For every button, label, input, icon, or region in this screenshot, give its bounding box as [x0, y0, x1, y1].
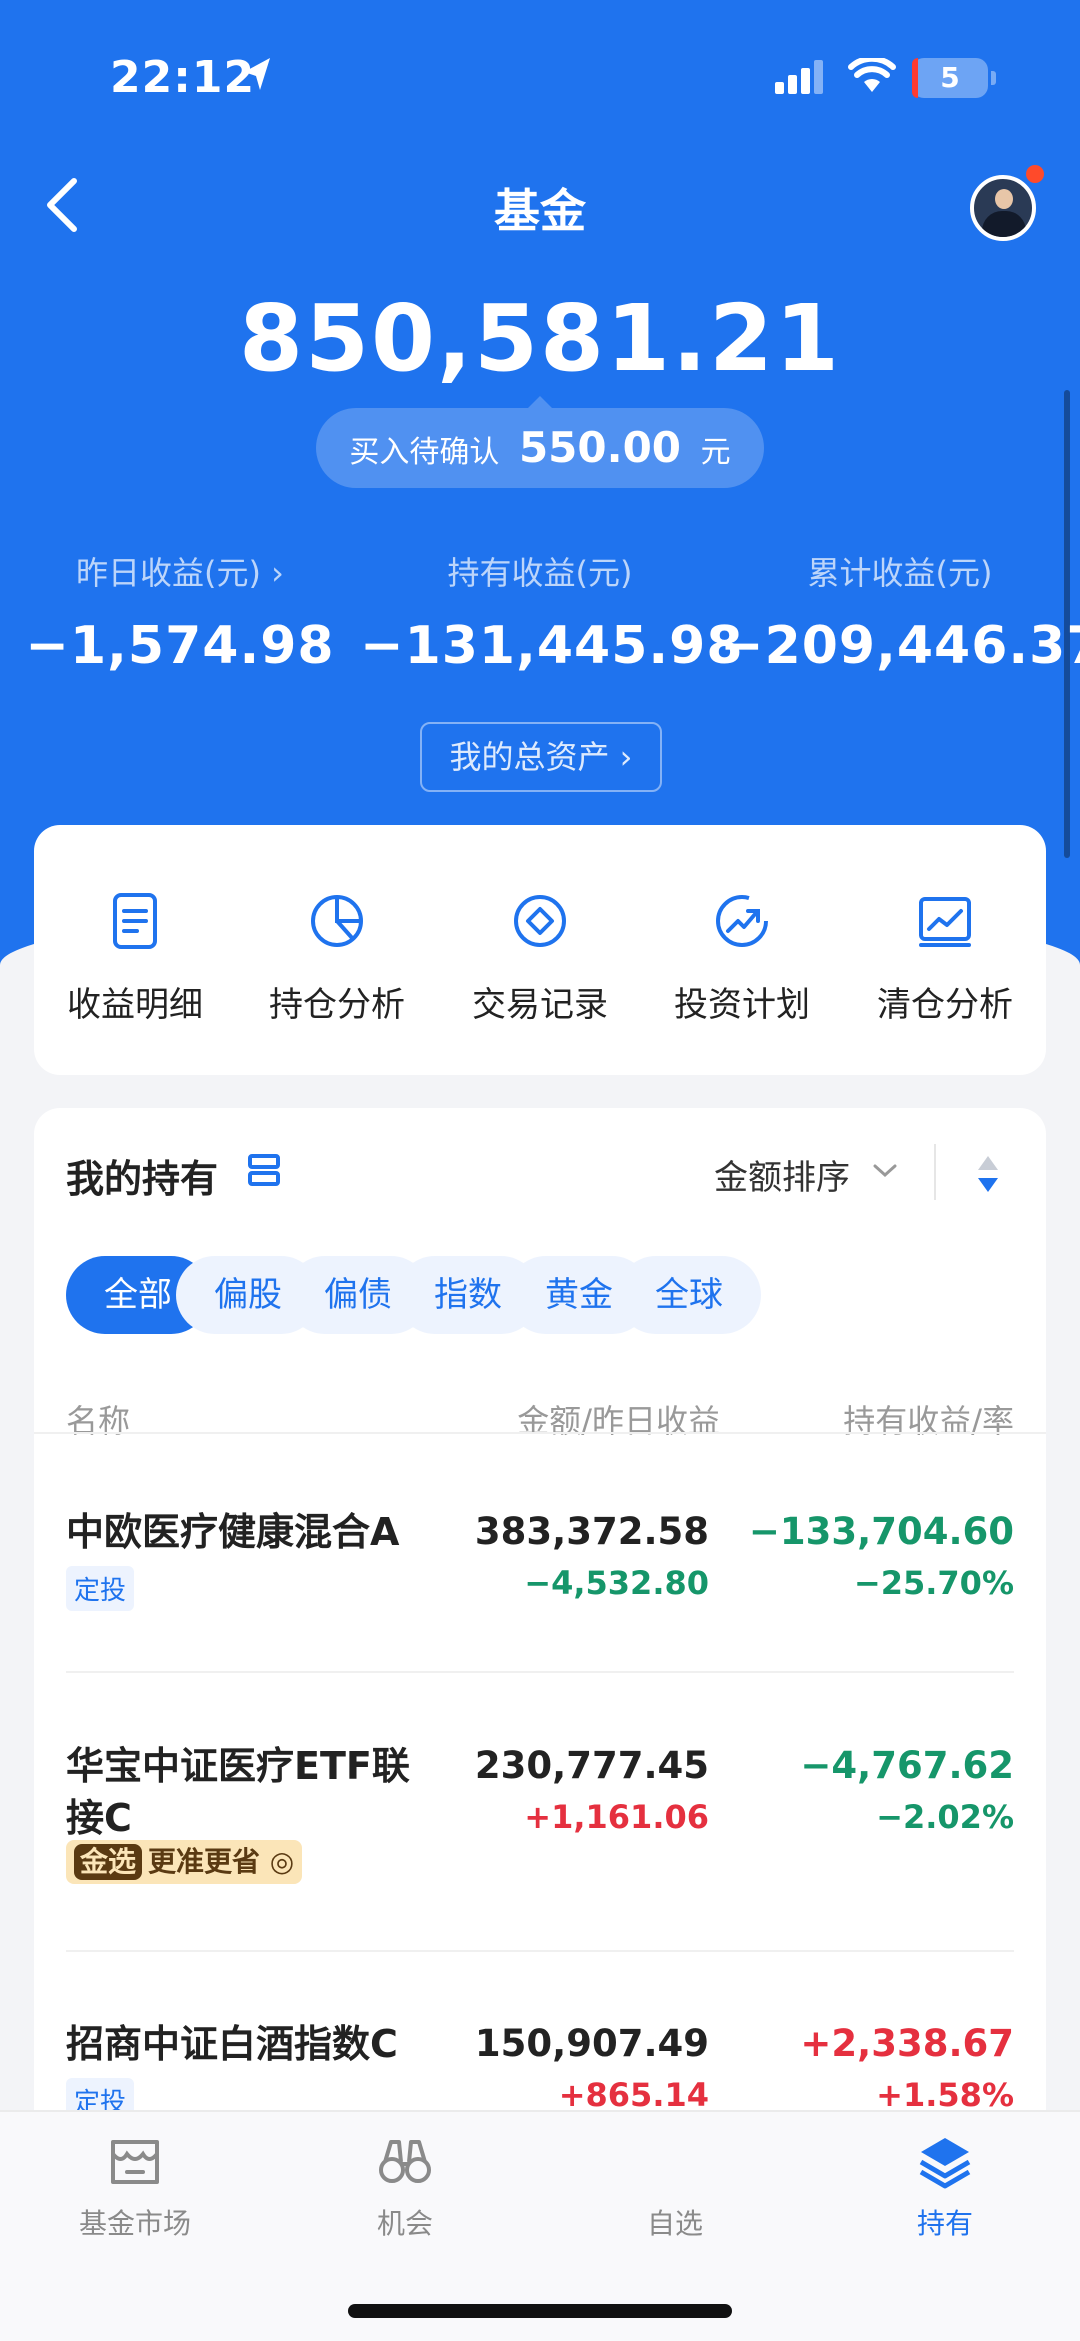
total-assets-value: 850,581.21	[238, 285, 841, 392]
tab-fund-market[interactable]: 基金市场	[0, 2132, 270, 2242]
fund-hold-profit: −133,704.60	[748, 1510, 1014, 1553]
scroll-indicator[interactable]	[1064, 390, 1070, 858]
chevron-down-icon[interactable]	[872, 1162, 898, 1180]
category-chips: 全部 偏股 偏债 指数 黄金 全球	[66, 1256, 1046, 1336]
fund-amount: 150,907.49	[474, 2022, 709, 2065]
pending-pointer	[528, 396, 552, 408]
fund-amount: 383,372.58	[474, 1510, 709, 1553]
star-icon	[540, 2132, 810, 2192]
fund-hold-profit: +2,338.67	[800, 2022, 1014, 2065]
tab-label: 持有	[916, 2207, 973, 2240]
fund-hold-profit: −4,767.62	[800, 1744, 1014, 1787]
location-arrow-icon	[244, 58, 270, 90]
column-header-amount: 金额/昨日收益	[517, 1402, 720, 1440]
fund-yesterday-profit: +1,161.06	[524, 1798, 709, 1836]
avatar[interactable]	[970, 175, 1036, 241]
quick-action-position-analysis[interactable]: 持仓分析	[236, 891, 438, 1026]
avatar-body	[982, 211, 1026, 237]
status-time: 22:12	[110, 52, 256, 103]
sort-order-icon[interactable]	[976, 1154, 1000, 1194]
tab-label: 基金市场	[78, 2207, 191, 2240]
promo-badge-label: 金选	[74, 1844, 143, 1880]
pending-amount: 550.00	[518, 423, 682, 472]
row-divider	[66, 1671, 1014, 1673]
tab-label: 机会	[376, 2207, 433, 2240]
sort-dropdown[interactable]: 金额排序	[714, 1150, 850, 1199]
page-title: 基金	[494, 184, 586, 238]
stat-cumulative-value: −209,446.37	[720, 616, 1080, 676]
tab-watchlist[interactable]: 自选	[540, 2132, 810, 2242]
column-header-name: 名称	[66, 1402, 131, 1440]
stat-holding: 持有收益(元) −131,445.98	[360, 548, 744, 676]
chart-line-icon	[919, 897, 971, 947]
store-icon	[111, 2140, 159, 2184]
fund-hold-rate: +1.58%	[876, 2076, 1014, 2114]
table-row[interactable]: 中欧医疗健康混合A 定投 383,372.58 −4,532.80 −133,7…	[66, 1506, 1014, 1626]
quick-action-label: 交易记录	[472, 985, 608, 1025]
header-divider	[34, 1432, 1046, 1434]
fund-amount: 230,777.45	[474, 1744, 709, 1787]
stat-cumulative-label: 累计收益(元)	[807, 554, 993, 592]
wifi-icon	[848, 58, 896, 92]
stat-holding-label: 持有收益(元)	[447, 554, 633, 592]
promo-badge: 金选 更准更省 ◎	[66, 1840, 303, 1884]
promo-badge-text: 更准更省	[148, 1845, 261, 1878]
quick-action-label: 持仓分析	[269, 985, 405, 1025]
document-icon	[113, 893, 157, 949]
trend-up-icon	[716, 895, 768, 947]
target-icon: ◎	[269, 1845, 295, 1878]
fund-hold-rate: −25.70%	[853, 1564, 1014, 1602]
table-row[interactable]: 华宝中证医疗ETF联接C 金选 更准更省 ◎ 230,777.45 +1,161.…	[66, 1740, 1014, 1910]
pending-purchase-pill[interactable]: 买入待确认 550.00 元	[316, 408, 764, 488]
row-divider	[66, 1950, 1014, 1952]
pie-chart-icon	[311, 895, 363, 947]
tab-label: 自选	[646, 2207, 703, 2240]
holdings-title: 我的持有	[66, 1157, 219, 1201]
fund-name: 中欧医疗健康混合A	[66, 1510, 400, 1554]
total-assets-button[interactable]: 我的总资产 ›	[420, 722, 662, 792]
chip-global[interactable]: 全球	[617, 1256, 761, 1334]
pending-label: 买入待确认	[349, 435, 500, 470]
quick-action-label: 清仓分析	[877, 985, 1013, 1025]
fund-hold-rate: −2.02%	[876, 1798, 1014, 1836]
quick-action-income-detail[interactable]: 收益明细	[34, 891, 236, 1026]
stat-yesterday[interactable]: 昨日收益(元) › −1,574.98	[0, 548, 360, 676]
view-toggle-icon[interactable]	[246, 1152, 282, 1188]
battery-nub	[991, 71, 996, 85]
avatar-head	[995, 189, 1013, 209]
quick-action-label: 收益明细	[67, 985, 203, 1025]
pending-unit: 元	[700, 435, 731, 470]
sort-divider	[934, 1144, 936, 1200]
home-indicator[interactable]	[348, 2304, 732, 2318]
battery-level: 5	[940, 61, 960, 94]
binoculars-icon	[379, 2140, 431, 2183]
stat-yesterday-label: 昨日收益(元) ›	[76, 554, 284, 592]
auto-invest-tag: 定投	[66, 1566, 135, 1611]
notification-dot	[1026, 165, 1044, 183]
stat-holding-value: −131,445.98	[360, 616, 744, 676]
fund-name: 招商中证白酒指数C	[66, 2022, 398, 2066]
diamond-record-icon	[514, 895, 566, 947]
quick-action-liquidation-analysis[interactable]: 清仓分析	[844, 891, 1046, 1026]
fund-yesterday-profit: −4,532.80	[524, 1564, 709, 1602]
fund-name: 华宝中证医疗ETF联接C	[66, 1744, 410, 1840]
column-header-hold: 持有收益/率	[843, 1402, 1014, 1440]
quick-actions-card: 收益明细 持仓分析 交易记录 投资计划 清仓分析	[34, 825, 1046, 1075]
status-bar: 22:12 5	[0, 52, 1080, 112]
stat-cumulative: 累计收益(元) −209,446.37	[720, 548, 1080, 676]
stat-yesterday-value: −1,574.98	[25, 616, 335, 676]
cellular-signal-icon	[775, 60, 823, 94]
battery-low-mark	[912, 58, 918, 98]
battery-indicator: 5	[912, 58, 996, 98]
quick-action-trade-records[interactable]: 交易记录	[439, 891, 641, 1026]
quick-action-investment-plan[interactable]: 投资计划	[641, 891, 843, 1026]
tab-holdings[interactable]: 持有	[810, 2132, 1080, 2242]
tab-opportunity[interactable]: 机会	[270, 2132, 540, 2242]
quick-action-label: 投资计划	[674, 985, 810, 1025]
layers-icon	[919, 2138, 971, 2189]
fund-yesterday-profit: +865.14	[558, 2076, 709, 2114]
